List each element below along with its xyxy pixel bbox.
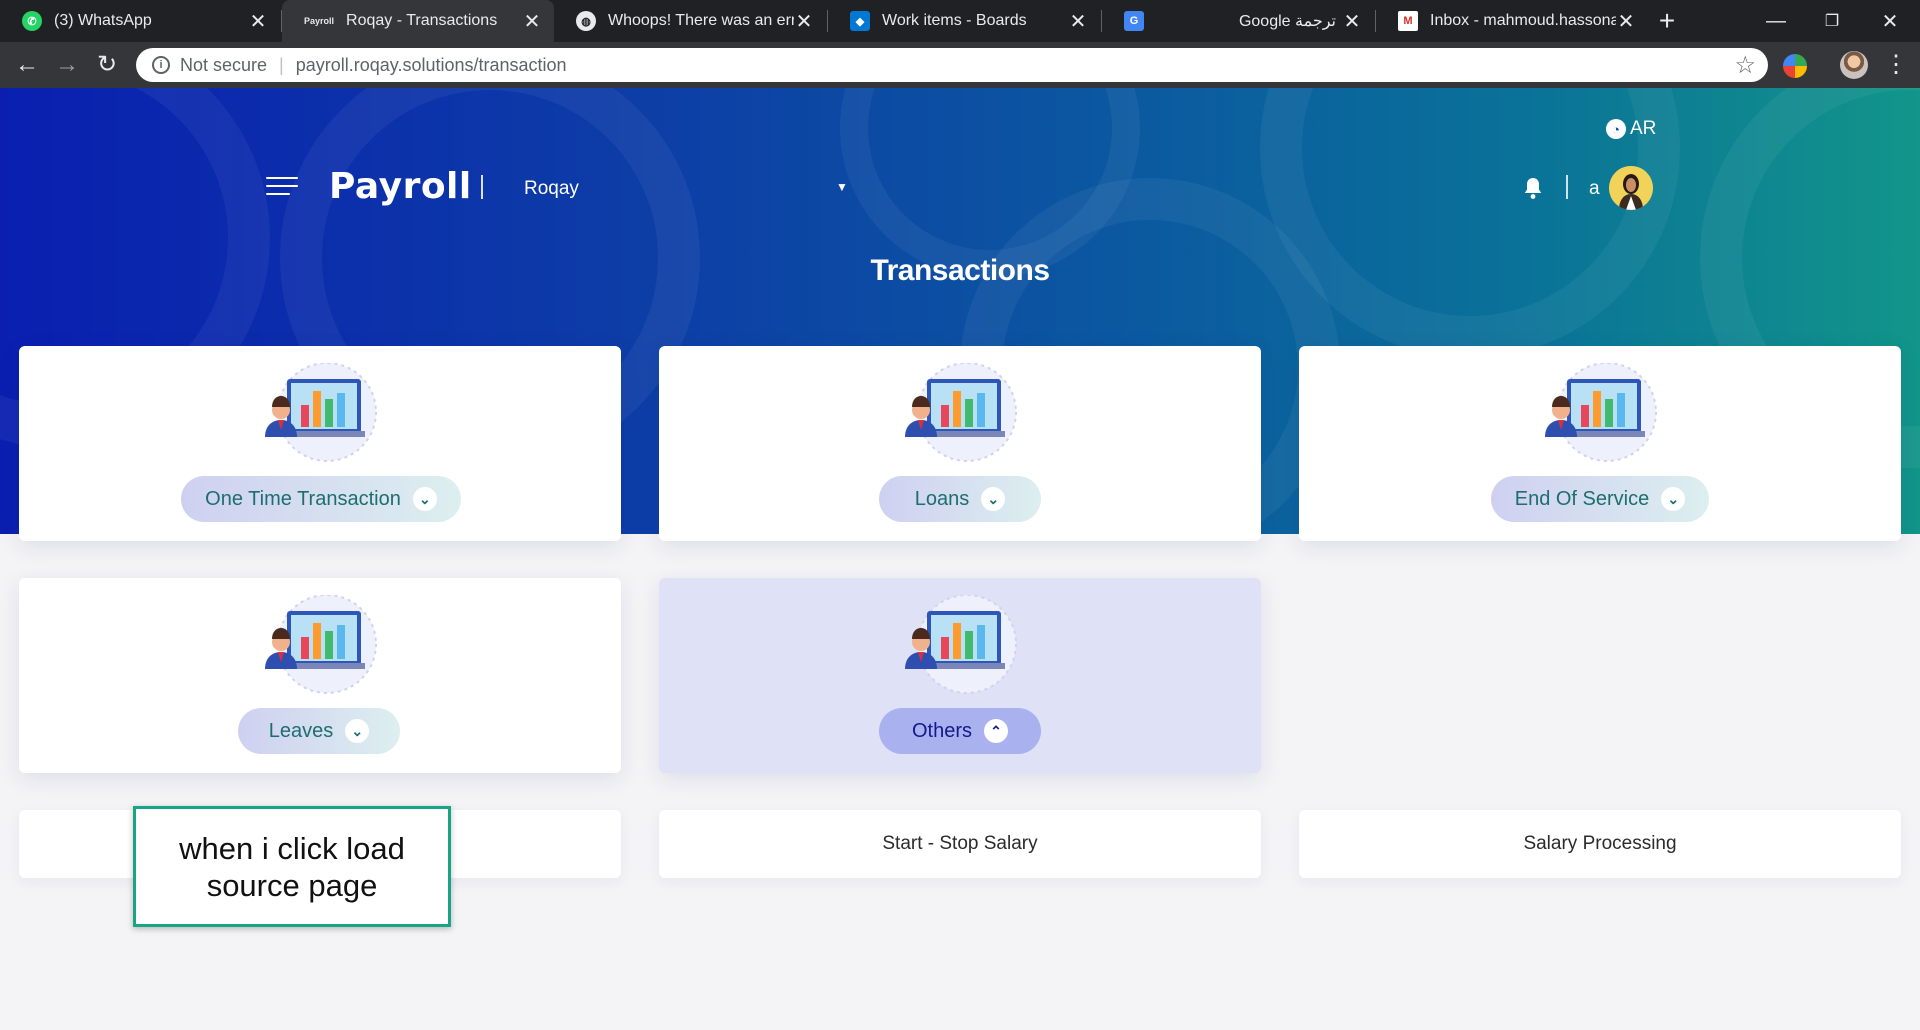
chevron-up-icon: ⌃ [984,719,1009,743]
transaction-illustration [905,595,1017,694]
browser-tab-whatsapp[interactable]: ✆ (3) WhatsApp ✕ [0,0,280,42]
brand-logo[interactable]: Payroll [329,166,472,207]
start-stop-salary-link[interactable]: Start - Stop Salary [659,810,1261,878]
close-tab-icon[interactable]: ✕ [1616,9,1636,34]
close-tab-icon[interactable]: ✕ [1068,9,1088,34]
reload-icon[interactable]: ↻ [92,50,122,80]
tab-title: Inbox - mahmoud.hassona95 [1430,12,1616,29]
company-selector[interactable]: Roqay [524,178,579,200]
browser-tab-work-items[interactable]: ◆ Work items - Boards ✕ [828,0,1100,42]
whatsapp-icon: ✆ [22,11,42,31]
loans-toggle[interactable]: Loans ⌄ [879,476,1041,522]
browser-tab-gmail[interactable]: M Inbox - mahmoud.hassona95 ✕ [1376,0,1648,42]
language-label: AR [1630,118,1657,139]
card-end-of-service[interactable]: End Of Service ⌄ [1299,346,1901,541]
browser-toolbar: ← → ↻ i Not secure | payroll.roqay.solut… [0,42,1920,88]
user-name[interactable]: a [1589,178,1600,200]
browser-tab-whoops[interactable]: ◍ Whoops! There was an error. ✕ [554,0,826,42]
user-avatar[interactable] [1609,166,1653,210]
browser-menu-icon[interactable]: ⋮ [1884,50,1908,79]
category-label: End Of Service [1514,487,1650,510]
annotation-callout: when i click load source page [133,806,451,927]
transaction-illustration [265,595,377,694]
minimize-icon[interactable]: — [1748,0,1804,42]
tab-title: Google ترجمة [1238,13,1336,30]
site-info-icon[interactable]: i [152,56,170,74]
browser-tab-roqay-transactions[interactable]: Payroll Roqay - Transactions ✕ [282,0,554,42]
forward-arrow-icon[interactable]: → [52,50,82,80]
close-tab-icon[interactable]: ✕ [794,9,814,34]
end-of-service-toggle[interactable]: End Of Service ⌄ [1491,476,1709,522]
card-others[interactable]: Others ⌃ [659,578,1261,773]
chevron-down-icon: ⌄ [981,487,1006,511]
close-tab-icon[interactable]: ✕ [248,9,268,34]
transaction-illustration [905,363,1017,462]
leaves-toggle[interactable]: Leaves ⌄ [238,708,400,754]
brand-divider [481,175,483,199]
bell-icon[interactable] [1522,176,1544,200]
address-bar[interactable]: i Not secure | payroll.roqay.solutions/t… [136,48,1768,82]
payroll-favicon: Payroll [304,16,335,26]
transaction-illustration [265,363,377,462]
language-switch[interactable]: ◔ AR [1606,118,1656,140]
transaction-illustration [1545,363,1657,462]
globe-icon: ◍ [576,11,596,31]
user-divider [1566,175,1568,199]
tab-title: Work items - Boards [882,12,1027,29]
security-label: Not secure [180,54,268,75]
url-text[interactable]: payroll.roqay.solutions/transaction [296,55,567,76]
category-label: Loans [914,487,970,510]
back-arrow-icon[interactable]: ← [12,50,42,80]
bookmark-star-icon[interactable]: ☆ [1734,51,1756,80]
address-divider: | [279,54,284,75]
browser-tab-google-translate[interactable]: G Google ترجمة ✕ [1102,0,1374,42]
close-window-icon[interactable]: ✕ [1862,0,1918,42]
tab-title: Roqay - Transactions [346,12,498,29]
globe-icon: ◔ [1606,119,1626,139]
caret-down-icon[interactable]: ▼ [836,180,848,194]
gmail-icon: M [1398,11,1418,31]
category-label: Leaves [268,719,334,742]
chevron-down-icon: ⌄ [345,719,370,743]
others-toggle[interactable]: Others ⌃ [879,708,1041,754]
tab-title: Whoops! There was an error. [608,12,794,29]
browser-tab-strip: ✆ (3) WhatsApp ✕ Payroll Roqay - Transac… [0,0,1920,42]
new-tab-plus-icon[interactable]: + [1652,6,1682,36]
profile-avatar-icon[interactable] [1840,51,1868,79]
card-leaves[interactable]: Leaves ⌄ [19,578,621,773]
card-one-time-transaction[interactable]: One Time Transaction ⌄ [19,346,621,541]
page-title: Transactions [870,254,1050,287]
card-loans[interactable]: Loans ⌄ [659,346,1261,541]
extension-icon[interactable] [1783,54,1807,78]
hamburger-menu-icon[interactable] [266,177,298,195]
salary-processing-link[interactable]: Salary Processing [1299,810,1901,878]
category-label: One Time Transaction [205,487,401,510]
restore-icon[interactable]: ❐ [1804,0,1860,42]
azure-devops-icon: ◆ [850,11,870,31]
one-time-transaction-toggle[interactable]: One Time Transaction ⌄ [181,476,461,522]
close-tab-icon[interactable]: ✕ [522,9,542,34]
close-tab-icon[interactable]: ✕ [1342,9,1362,34]
category-label: Others [911,719,973,742]
tab-title: (3) WhatsApp [54,12,152,29]
chevron-down-icon: ⌄ [1661,487,1686,511]
google-translate-icon: G [1124,11,1144,31]
chevron-down-icon: ⌄ [412,487,437,511]
